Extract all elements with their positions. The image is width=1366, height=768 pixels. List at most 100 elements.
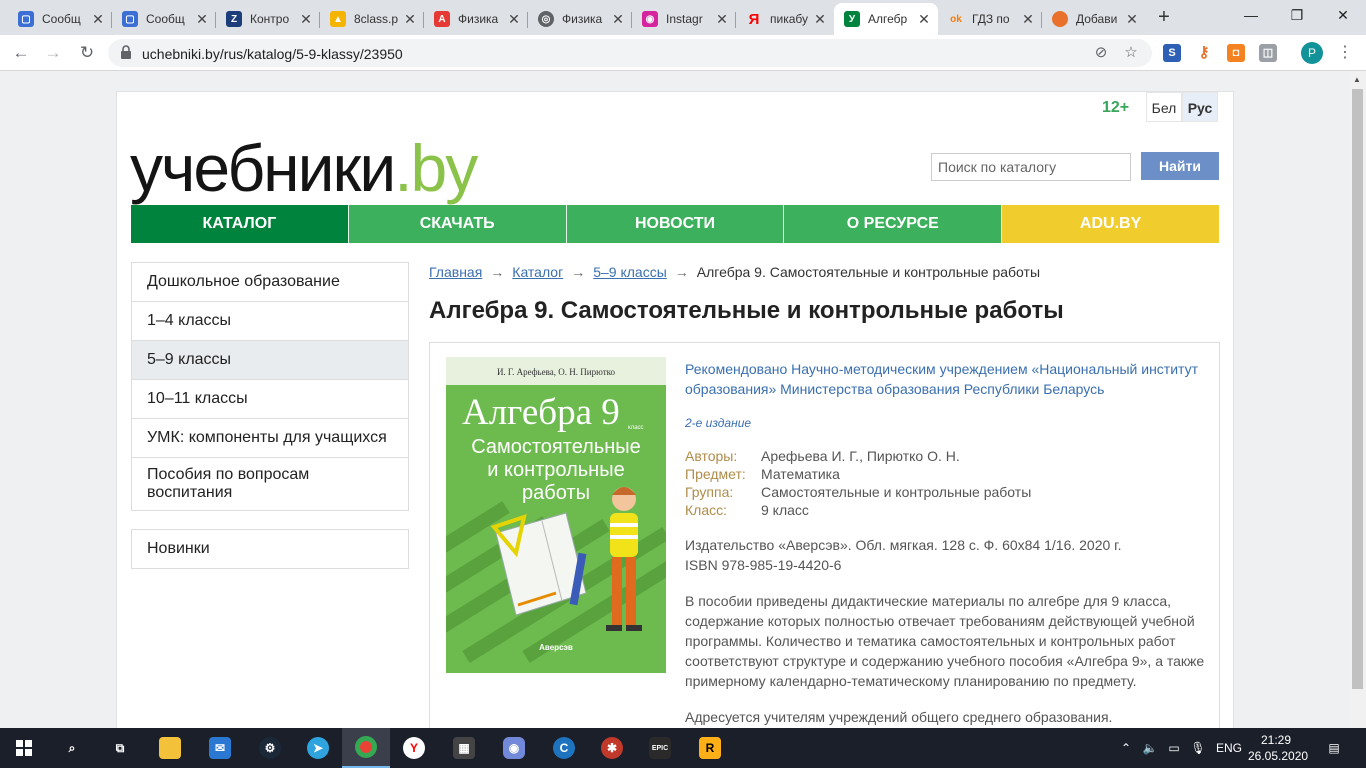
globe-icon: ◎ <box>538 11 554 27</box>
sidebar-item-grades-5-9[interactable]: 5–9 классы <box>132 341 408 380</box>
breadcrumb-catalog[interactable]: Каталог <box>512 264 563 280</box>
restore-button[interactable]: ❐ <box>1274 0 1320 32</box>
taskbar-app[interactable]: ✱ <box>588 728 636 768</box>
keyboard-language[interactable]: ENG <box>1214 728 1244 768</box>
network-icon[interactable]: ▭ <box>1164 728 1184 768</box>
address-bar[interactable]: uchebniki.by/rus/katalog/5-9-klassy/2395… <box>108 39 1152 67</box>
recommendation-text: Рекомендовано Научно-методическим учрежд… <box>685 361 1199 397</box>
nav-download[interactable]: СКАЧАТЬ <box>348 205 567 243</box>
drive-icon: ▲ <box>330 11 346 27</box>
close-tab-icon[interactable]: ✕ <box>1124 11 1140 28</box>
book-description: В пособии приведены дидактические матери… <box>685 593 1205 689</box>
url-text[interactable]: uchebniki.by/rus/katalog/5-9-klassy/2395… <box>142 46 403 62</box>
sidebar-item-grades-1-4[interactable]: 1–4 классы <box>132 302 408 341</box>
sidebar-item-umk[interactable]: УМК: компоненты для учащихся <box>132 419 408 458</box>
browser-tab[interactable]: Z Контро ✕ <box>216 3 320 35</box>
nav-adu[interactable]: ADU.BY <box>1002 205 1219 243</box>
start-button[interactable] <box>0 728 48 768</box>
new-tab-button[interactable]: + <box>1152 6 1176 30</box>
bookmark-star-icon[interactable]: ☆ <box>1122 44 1140 62</box>
browser-tab[interactable]: Я пикабу ✕ <box>736 3 834 35</box>
breadcrumb-grades[interactable]: 5–9 классы <box>593 264 667 280</box>
catalog-search-input[interactable] <box>931 153 1131 181</box>
sidebar-item-upbringing[interactable]: Пособия по вопросам воспитания <box>132 458 408 510</box>
taskbar-discord[interactable]: ◉ <box>490 728 538 768</box>
search-button[interactable]: Найти <box>1141 152 1219 180</box>
blocked-popup-icon[interactable]: ⊘ <box>1092 44 1110 62</box>
lang-bel-link[interactable]: Бел <box>1146 92 1182 122</box>
search-taskbar-button[interactable]: ⌕ <box>48 728 96 768</box>
page-viewport: 12+ Бел Рус учебники.by Найти КАТАЛОГ СК… <box>0 71 1366 728</box>
shopping-extension-icon[interactable]: ◘ <box>1227 44 1245 62</box>
browser-tab[interactable]: Добави ✕ <box>1042 3 1146 35</box>
taskbar-ccleaner[interactable]: C <box>540 728 588 768</box>
close-tab-icon[interactable]: ✕ <box>298 11 314 28</box>
scroll-up-icon[interactable]: ▲ <box>1353 75 1361 84</box>
reload-button[interactable]: ↻ <box>74 40 100 66</box>
close-tab-icon[interactable]: ✕ <box>610 11 626 28</box>
taskbar-calculator[interactable]: ▦ <box>440 728 488 768</box>
breadcrumb-home[interactable]: Главная <box>429 264 482 280</box>
browser-tab[interactable]: ▢ Сообщ ✕ <box>8 3 112 35</box>
volume-icon[interactable]: 🔈 <box>1140 728 1160 768</box>
ccleaner-icon: C <box>553 737 575 759</box>
scrollbar-thumb[interactable] <box>1352 89 1363 689</box>
nav-catalog[interactable]: КАТАЛОГ <box>131 205 349 243</box>
sidebar-item-preschool[interactable]: Дошкольное образование <box>132 263 408 302</box>
taskbar-steam[interactable]: ⚙ <box>246 728 294 768</box>
menu-icon[interactable]: ⋮ <box>1335 41 1355 65</box>
notifications-icon[interactable]: ▤ <box>1322 728 1346 768</box>
minimize-button[interactable]: — <box>1228 0 1274 32</box>
browser-tab[interactable]: ▲ 8class.p ✕ <box>320 3 424 35</box>
site-logo[interactable]: учебники.by <box>130 128 478 208</box>
browser-tab[interactable]: ok ГДЗ по ✕ <box>938 3 1042 35</box>
book-properties: Авторы: Арефьева И. Г., Пирютко О. Н. Пр… <box>685 447 1205 519</box>
profile-avatar[interactable]: P <box>1301 42 1323 64</box>
close-window-button[interactable]: ✕ <box>1320 0 1366 32</box>
mic-icon[interactable]: 🎙 <box>1188 728 1208 768</box>
taskbar-chrome[interactable] <box>342 728 390 768</box>
tray-overflow-icon[interactable]: ⌃ <box>1118 728 1134 768</box>
close-tab-icon[interactable]: ✕ <box>714 11 730 28</box>
lang-rus-link[interactable]: Рус <box>1182 92 1218 122</box>
taskbar-rockstar[interactable]: R <box>686 728 734 768</box>
taskbar-yandex[interactable]: Y <box>390 728 438 768</box>
forward-button[interactable]: → <box>40 40 66 66</box>
taskbar-telegram[interactable]: ➤ <box>294 728 342 768</box>
clock[interactable]: 21:29 26.05.2020 <box>1248 732 1308 764</box>
epic-games-icon: EPIC <box>649 737 671 759</box>
close-tab-icon[interactable]: ✕ <box>194 11 210 28</box>
browser-tab[interactable]: ◎ Физика ✕ <box>528 3 632 35</box>
isbn-text: ISBN 978-985-19-4420-6 <box>685 557 842 573</box>
close-tab-icon[interactable]: ✕ <box>90 11 106 28</box>
discord-icon: ◉ <box>503 737 525 759</box>
close-tab-icon[interactable]: ✕ <box>916 11 932 28</box>
puzzle-extension-icon[interactable]: ◫ <box>1259 44 1277 62</box>
key-extension-icon[interactable]: ⚷ <box>1195 44 1213 62</box>
task-view-button[interactable]: ⧉ <box>96 728 144 768</box>
back-button[interactable]: ← <box>8 40 34 66</box>
taskbar-explorer[interactable] <box>146 728 194 768</box>
gdz-icon: ok <box>950 13 962 25</box>
browser-tab-active[interactable]: У Алгебр ✕ <box>834 3 938 35</box>
task-view-icon: ⧉ <box>115 740 125 755</box>
folder-icon <box>159 737 181 759</box>
browser-tab[interactable]: ◉ Instagr ✕ <box>632 3 736 35</box>
page-scrollbar[interactable]: ▲ <box>1349 71 1366 728</box>
close-tab-icon[interactable]: ✕ <box>1020 11 1036 28</box>
taskbar-epic[interactable]: EPIC <box>636 728 684 768</box>
sidebar-item-grades-10-11[interactable]: 10–11 классы <box>132 380 408 419</box>
sidebar-menu: Дошкольное образование 1–4 классы 5–9 кл… <box>131 262 409 511</box>
browser-tab[interactable]: ▢ Сообщ ✕ <box>112 3 216 35</box>
close-tab-icon[interactable]: ✕ <box>812 11 828 28</box>
taskbar-mail[interactable]: ✉ <box>196 728 244 768</box>
close-tab-icon[interactable]: ✕ <box>402 11 418 28</box>
browser-tab[interactable]: A Физика ✕ <box>424 3 528 35</box>
logo-domain-text: .by <box>394 131 478 205</box>
nav-about[interactable]: О РЕСУРСЕ <box>784 205 1003 243</box>
book-cover[interactable]: И. Г. Арефьева, О. Н. Пирютко Алгебра 9 … <box>446 357 666 673</box>
close-tab-icon[interactable]: ✕ <box>506 11 522 28</box>
nav-news[interactable]: НОВОСТИ <box>566 205 785 243</box>
s-extension-icon[interactable]: S <box>1163 44 1181 62</box>
sidebar-item-new[interactable]: Новинки <box>131 529 409 569</box>
